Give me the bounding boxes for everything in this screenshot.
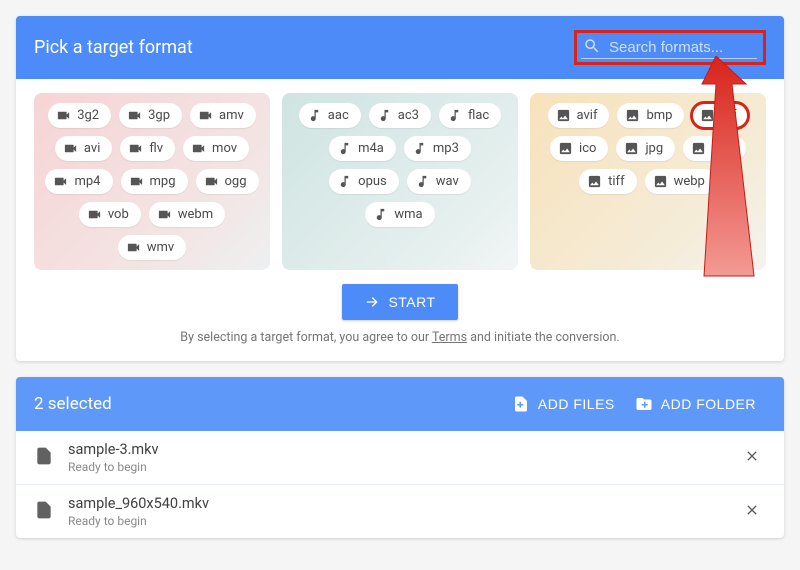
- file-icon: [34, 500, 68, 524]
- format-chip-3g2[interactable]: 3g2: [48, 103, 111, 128]
- format-picker-card: Pick a target format 3g2 3gp amv aviflvmov m…: [16, 16, 784, 361]
- format-chip-avi[interactable]: avi: [55, 136, 112, 161]
- search-icon: [583, 37, 607, 59]
- format-chip-gif[interactable]: gif: [692, 103, 748, 128]
- music-icon: [373, 207, 388, 222]
- format-chip-mp3[interactable]: mp3: [404, 136, 471, 161]
- format-chip-opus[interactable]: opus: [329, 169, 399, 194]
- start-button[interactable]: START: [342, 284, 457, 320]
- video-icon: [127, 108, 142, 123]
- format-picker-header: Pick a target format: [16, 16, 784, 79]
- video-icon: [53, 174, 68, 189]
- format-chip-m4a[interactable]: m4a: [329, 136, 396, 161]
- file-add-icon: [512, 395, 530, 413]
- file-status: Ready to begin: [68, 460, 738, 474]
- start-label: START: [388, 294, 435, 310]
- format-chip-aac[interactable]: aac: [299, 103, 361, 128]
- music-icon: [337, 174, 352, 189]
- video-icon: [63, 141, 78, 156]
- format-chip-3gp[interactable]: 3gp: [119, 103, 182, 128]
- file-row: sample_960x540.mkv Ready to begin: [16, 484, 784, 538]
- music-icon: [307, 108, 322, 123]
- remove-file-button[interactable]: [738, 442, 766, 473]
- video-icon: [128, 141, 143, 156]
- panel-title: Pick a target format: [34, 37, 193, 58]
- video-icon: [126, 240, 141, 255]
- music-icon: [447, 108, 462, 123]
- format-chip-flac[interactable]: flac: [439, 103, 501, 128]
- image-icon: [624, 141, 639, 156]
- remove-file-button[interactable]: [738, 496, 766, 527]
- image-formats-panel: avifbmpgif icojpgpng tiff webp: [530, 93, 766, 270]
- file-status: Ready to begin: [68, 514, 738, 528]
- file-name: sample_960x540.mkv: [68, 495, 738, 512]
- video-icon: [129, 174, 144, 189]
- format-groups: 3g2 3gp amv aviflvmov mp4 mpgogg vobwebm wmv aa…: [16, 79, 784, 278]
- image-icon: [691, 141, 706, 156]
- image-icon: [653, 174, 668, 189]
- terms-link[interactable]: Terms: [432, 330, 467, 345]
- video-icon: [87, 207, 102, 222]
- format-chip-tiff[interactable]: tiff: [579, 169, 636, 194]
- format-chip-jpg[interactable]: jpg: [616, 136, 675, 161]
- format-chip-ico[interactable]: ico: [550, 136, 608, 161]
- format-chip-mov[interactable]: mov: [183, 136, 249, 161]
- format-chip-wav[interactable]: wav: [407, 169, 471, 194]
- video-formats-panel: 3g2 3gp amv aviflvmov mp4 mpgogg vobwebm wmv: [34, 93, 270, 270]
- start-row: START: [16, 278, 784, 330]
- image-icon: [625, 108, 640, 123]
- format-chip-amv[interactable]: amv: [190, 103, 256, 128]
- format-chip-webp[interactable]: webp: [645, 169, 717, 194]
- format-chip-ac3[interactable]: ac3: [369, 103, 431, 128]
- folder-add-icon: [635, 395, 653, 413]
- disclaimer: By selecting a target format, you agree …: [16, 330, 784, 361]
- music-icon: [415, 174, 430, 189]
- format-chip-flv[interactable]: flv: [120, 136, 175, 161]
- queue-header: 2 selected ADD FILES ADD FOLDER: [16, 377, 784, 431]
- format-chip-png[interactable]: png: [683, 136, 746, 161]
- file-name: sample-3.mkv: [68, 441, 738, 458]
- format-chip-mp4[interactable]: mp4: [45, 169, 112, 194]
- format-chip-wma[interactable]: wma: [365, 202, 434, 227]
- close-icon: [744, 502, 760, 518]
- search-box[interactable]: [574, 30, 766, 65]
- search-input[interactable]: [607, 35, 757, 60]
- video-icon: [56, 108, 71, 123]
- image-icon: [556, 108, 571, 123]
- file-row: sample-3.mkv Ready to begin: [16, 431, 784, 484]
- format-chip-vob[interactable]: vob: [79, 202, 141, 227]
- format-chip-avif[interactable]: avif: [548, 103, 610, 128]
- file-icon: [34, 446, 68, 470]
- music-icon: [337, 141, 352, 156]
- image-icon: [558, 141, 573, 156]
- file-queue-card: 2 selected ADD FILES ADD FOLDER sample-3…: [16, 377, 784, 538]
- music-icon: [412, 141, 427, 156]
- music-icon: [377, 108, 392, 123]
- selected-count: 2 selected: [34, 394, 502, 414]
- format-chip-bmp[interactable]: bmp: [617, 103, 684, 128]
- image-icon: [700, 108, 715, 123]
- close-icon: [744, 448, 760, 464]
- arrow-right-icon: [364, 294, 380, 310]
- format-chip-ogg[interactable]: ogg: [196, 169, 259, 194]
- video-icon: [191, 141, 206, 156]
- file-list: sample-3.mkvReady to beginsample_960x540…: [16, 431, 784, 538]
- format-chip-webm[interactable]: webm: [149, 202, 225, 227]
- audio-formats-panel: aac ac3 flac m4a mp3opuswav wma: [282, 93, 518, 270]
- format-chip-mpg[interactable]: mpg: [121, 169, 188, 194]
- video-icon: [157, 207, 172, 222]
- image-icon: [587, 174, 602, 189]
- video-icon: [198, 108, 213, 123]
- video-icon: [204, 174, 219, 189]
- add-files-button[interactable]: ADD FILES: [502, 389, 625, 419]
- format-chip-wmv[interactable]: wmv: [118, 235, 186, 260]
- add-folder-button[interactable]: ADD FOLDER: [625, 389, 766, 419]
